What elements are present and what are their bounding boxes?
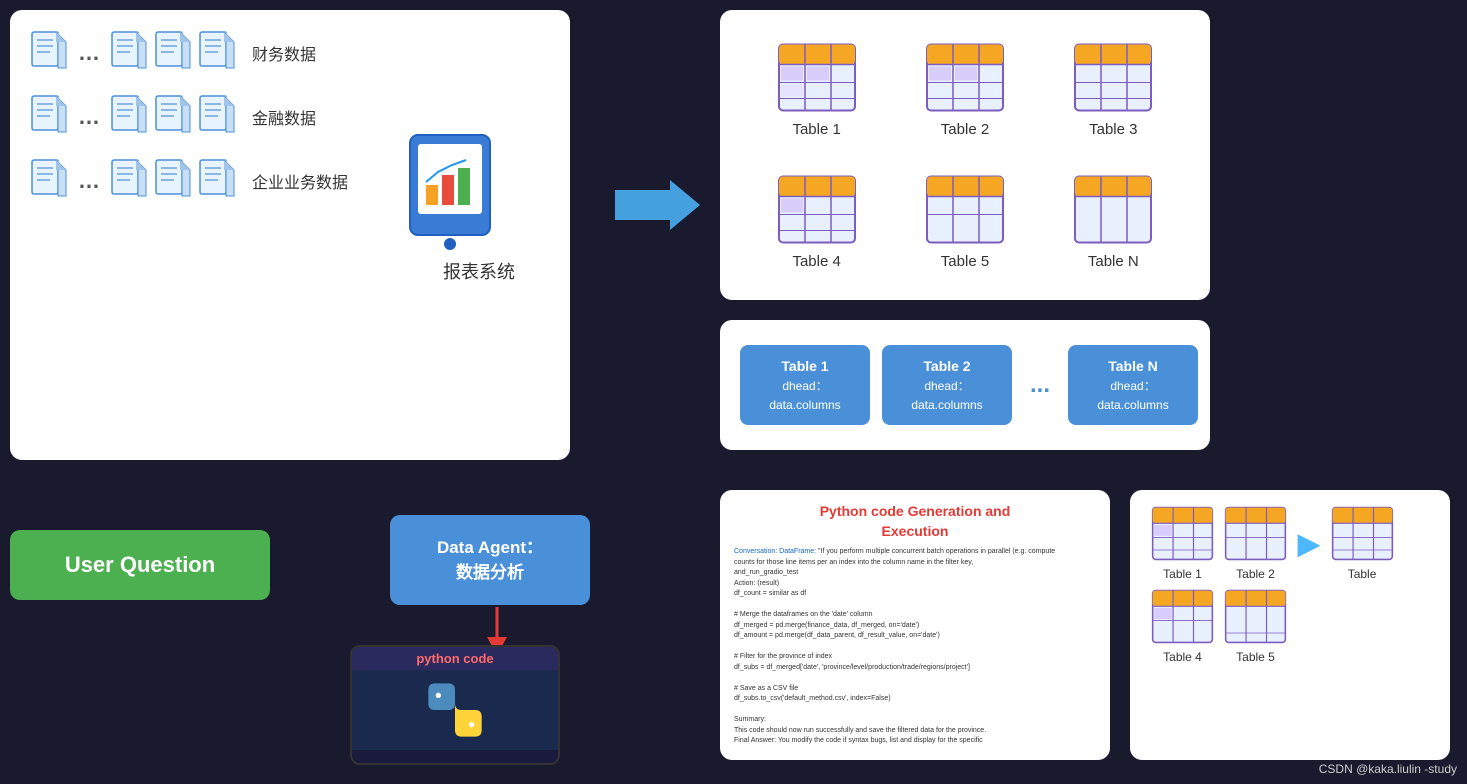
tablet-icon [400, 130, 510, 250]
data-agent-line1: Data Agent： [437, 535, 543, 561]
doc-icon-11 [154, 158, 192, 204]
result-table-2: Table 2 [1223, 506, 1288, 581]
result-arrow: ▶ [1298, 527, 1320, 560]
py-gen-title: Python code Generation andExecution [734, 502, 1096, 541]
python-code-box: python code python [350, 645, 560, 765]
py-gen-panel: Python code Generation andExecution Conv… [720, 490, 1110, 760]
user-question-label: User Question [65, 552, 215, 578]
table-info-2: Table 2 dhead： data.columns [882, 345, 1012, 426]
doc-icon-5 [30, 94, 68, 140]
doc-icon-6 [110, 94, 148, 140]
left-panel: … 财务数据 … 金融数据 … 企业业务数据 [10, 10, 570, 460]
ellipsis-2: … [78, 104, 100, 130]
table-5-label: Table 5 [941, 253, 989, 270]
doc-row-3: … [30, 158, 236, 204]
table-icon-2 [925, 40, 1005, 115]
system-label: 报表系统 [443, 258, 515, 284]
result-table-5: Table 5 [1223, 589, 1288, 664]
result-table-1: Table 1 [1150, 506, 1215, 581]
table-item-2: Table 2 [925, 40, 1005, 138]
python-logo: python [415, 680, 495, 740]
result-final-label: Table [1348, 567, 1377, 581]
ellipsis-1: … [78, 40, 100, 66]
doc-icon-9 [30, 158, 68, 204]
table-n-label: Table N [1088, 253, 1139, 270]
financial-label: 财务数据 [252, 41, 316, 65]
table-info-1: Table 1 dhead： data.columns [740, 345, 870, 426]
doc-row-2: … [30, 94, 236, 140]
doc-icon-8 [198, 94, 236, 140]
result-table-icon-5 [1223, 589, 1288, 644]
result-table-2-label: Table 2 [1236, 567, 1275, 581]
table-1-label: Table 1 [792, 121, 840, 138]
result-table-icon-2 [1223, 506, 1288, 561]
python-code-header: python code [352, 647, 558, 670]
main-arrow-right [615, 175, 705, 249]
top-right-panel: Table 1 Table 2 Table 3 [720, 10, 1210, 300]
table-3-label: Table 3 [1089, 121, 1137, 138]
table-item-n: Table N [1073, 172, 1153, 270]
mid-right-panel: Table 1 dhead： data.columns Table 2 dhea… [720, 320, 1210, 450]
watermark: CSDN @kaka.liulin -study [1319, 762, 1457, 776]
table-info-n: Table N dhead： data.columns [1068, 345, 1198, 426]
table-icon-1 [777, 40, 857, 115]
table-2-label: Table 2 [941, 121, 989, 138]
doc-icon-4 [198, 30, 236, 76]
result-table-4-label: Table 4 [1163, 650, 1202, 664]
doc-icon-3 [154, 30, 192, 76]
table-icon-n [1073, 172, 1153, 247]
table-4-label: Table 4 [792, 253, 840, 270]
py-gen-content: Conversation: DataFrame: "If you perform… [734, 547, 1096, 747]
mid-dots: ... [1024, 371, 1056, 399]
doc-row-1: … [30, 30, 236, 76]
doc-icon-1 [30, 30, 68, 76]
result-table-icon-4 [1150, 589, 1215, 644]
table-item-4: Table 4 [777, 172, 857, 270]
doc-icon-12 [198, 158, 236, 204]
doc-icon-7 [154, 94, 192, 140]
result-final-icon [1330, 506, 1395, 561]
result-table-5-label: Table 5 [1236, 650, 1275, 664]
user-question-box: User Question [10, 530, 270, 600]
table-item-3: Table 3 [1073, 40, 1153, 138]
doc-icon-2 [110, 30, 148, 76]
doc-icon-10 [110, 158, 148, 204]
result-table-1-label: Table 1 [1163, 567, 1202, 581]
result-final-table: Table [1330, 506, 1395, 581]
result-panel: Table 1 Table 2 ▶ [1130, 490, 1450, 760]
table-item-1: Table 1 [777, 40, 857, 138]
result-table-icon-1 [1150, 506, 1215, 561]
business-label: 企业业务数据 [252, 169, 348, 193]
data-agent-line2: 数据分析 [456, 560, 524, 586]
finance-label: 金融数据 [252, 105, 316, 129]
result-table-4: Table 4 [1150, 589, 1215, 664]
data-agent-box: Data Agent： 数据分析 [390, 515, 590, 605]
table-icon-5 [925, 172, 1005, 247]
table-icon-3 [1073, 40, 1153, 115]
ellipsis-3: … [78, 168, 100, 194]
table-icon-4 [777, 172, 857, 247]
table-item-5: Table 5 [925, 172, 1005, 270]
financial-data-group: … 财务数据 [30, 30, 550, 76]
